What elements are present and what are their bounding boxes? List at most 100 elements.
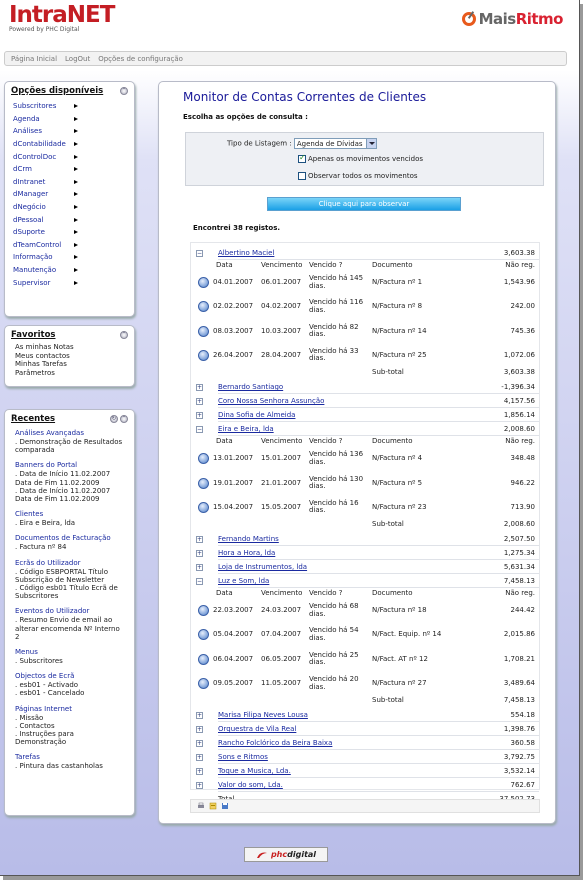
client-name[interactable]: Marisa Filipa Neves Lousa (218, 711, 308, 719)
client-name[interactable]: Albertino Maciel (218, 249, 274, 257)
document-detail-icon[interactable] (198, 477, 209, 489)
document-detail-icon[interactable] (198, 605, 209, 617)
recent-item[interactable]: . Contactos (15, 722, 124, 730)
client-name[interactable]: Sons e Ritmos (218, 753, 268, 761)
recent-group-title[interactable]: Tarefas (15, 753, 124, 762)
document-detail-icon[interactable] (198, 678, 209, 689)
client-name[interactable]: Valor do som, Lda. (218, 781, 283, 789)
recent-group-title[interactable]: Análises Avançadas (15, 429, 124, 438)
recent-item[interactable]: . Data de Início 11.02.2007 Data de Fim … (15, 487, 124, 503)
recent-item[interactable]: . Factura nº 84 (15, 543, 124, 551)
menu-home-link[interactable]: Página Inicial (11, 55, 57, 63)
sidebar-item[interactable]: Análises (13, 125, 78, 138)
overdue-only-checkbox[interactable] (298, 153, 306, 163)
document-detail-icon[interactable] (198, 653, 209, 665)
expand-icon[interactable]: + (196, 782, 203, 790)
document-detail-icon[interactable] (198, 349, 209, 361)
favorite-item[interactable]: Parâmetros (15, 369, 124, 378)
client-name[interactable]: Fernando Martins (218, 535, 279, 543)
maisritmo-logo[interactable]: MaisRitmo (461, 10, 564, 28)
sidebar-item[interactable]: Supervisor (13, 276, 78, 289)
recent-group-title[interactable]: Banners do Portal (15, 461, 124, 470)
expand-icon[interactable]: + (196, 412, 203, 420)
sidebar-item[interactable]: dNegócio (13, 201, 78, 214)
recent-item[interactable]: . Data de Início 11.02.2007 Data de Fim … (15, 470, 124, 486)
client-name[interactable]: Toque a Musica, Lda. (218, 767, 291, 775)
client-name[interactable]: Coro Nossa Senhora Assunção (218, 397, 324, 405)
refresh-icon[interactable]: ↻ (110, 415, 118, 423)
save-icon[interactable] (221, 802, 229, 810)
sidebar-item[interactable]: Agenda (13, 113, 78, 126)
sidebar-item[interactable]: Subscritores (13, 100, 78, 113)
favorite-item[interactable]: Minhas Tarefas (15, 360, 124, 369)
recent-item[interactable]: . Eira e Beira, lda (15, 519, 124, 527)
intranet-logo[interactable]: IntraNET Powered by PHC Digital (9, 4, 115, 34)
recent-group-title[interactable]: Menus (15, 648, 124, 657)
client-name[interactable]: Dina Sofia de Almeida (218, 411, 295, 419)
listing-type-select[interactable]: Agenda de Dívidas (293, 138, 377, 149)
recent-item[interactable]: . Subscritores (15, 657, 124, 665)
recent-item[interactable]: . Resumo Envio de email ao alterar encom… (15, 616, 124, 641)
recent-item[interactable]: . Demonstração de Resultados comparada (15, 438, 124, 454)
sidebar-item[interactable]: dManager (13, 188, 78, 201)
sidebar-item[interactable]: dPessoal (13, 213, 78, 226)
sidebar-item[interactable]: dContabilidade (13, 138, 78, 151)
menu-logout-link[interactable]: LogOut (65, 55, 90, 63)
recent-item[interactable]: . esb01 - Cancelado (15, 689, 124, 697)
sidebar-item[interactable]: dIntranet (13, 176, 78, 189)
expand-icon[interactable]: + (196, 398, 203, 406)
recent-item[interactable]: . Pintura das castanholas (15, 762, 124, 770)
collapse-icon[interactable]: − (196, 578, 203, 586)
document-detail-icon[interactable] (198, 301, 209, 313)
menu-config-link[interactable]: Opções de configuração (98, 55, 183, 63)
favorite-item[interactable]: As minhas Notas (15, 343, 124, 352)
expand-icon[interactable]: + (196, 740, 203, 748)
recent-group-title[interactable]: Clientes (15, 510, 124, 519)
collapse-icon[interactable]: ˄ (120, 331, 128, 339)
expand-icon[interactable]: + (196, 768, 203, 776)
document-detail-icon[interactable] (198, 629, 209, 641)
export-icon[interactable] (209, 802, 217, 810)
client-name[interactable]: Hora a Hora, lda (218, 549, 275, 557)
expand-icon[interactable]: + (196, 536, 203, 544)
sidebar-item[interactable]: dControlDoc (13, 150, 78, 163)
recent-group-title[interactable]: Ecrãs do Utilizador (15, 559, 124, 568)
collapse-icon[interactable]: − (196, 426, 203, 434)
expand-icon[interactable]: + (196, 384, 203, 392)
sidebar-item[interactable]: dCrm (13, 163, 78, 176)
recent-group-title[interactable]: Eventos do Utilizador (15, 607, 124, 616)
observe-button[interactable]: Clique aqui para observar (267, 197, 461, 211)
client-name[interactable]: Rancho Folclórico da Beira Baixa (218, 739, 332, 747)
client-name[interactable]: Eira e Beira, lda (218, 425, 274, 433)
recent-item[interactable]: . Instruções para Demonstração (15, 730, 124, 746)
recent-item[interactable]: . Código esb01 Título Ecrã de Subscritor… (15, 584, 124, 600)
document-detail-icon[interactable] (198, 501, 209, 513)
document-detail-icon[interactable] (198, 453, 209, 465)
collapse-icon[interactable]: ˄ (120, 87, 128, 95)
expand-icon[interactable]: + (196, 712, 203, 720)
document-detail-icon[interactable] (198, 277, 209, 288)
recent-item[interactable]: . Código ESBPORTAL Título Subscrição de … (15, 568, 124, 584)
expand-icon[interactable]: + (196, 754, 203, 762)
phcdigital-logo[interactable]: phcdigital (244, 847, 328, 862)
document-detail-icon[interactable] (198, 325, 209, 337)
recent-item[interactable]: . esb01 - Activado (15, 681, 124, 689)
sidebar-item[interactable]: Manutenção (13, 264, 78, 277)
sidebar-item[interactable]: Informação (13, 251, 78, 264)
expand-icon[interactable]: + (196, 550, 203, 558)
expand-icon[interactable]: + (196, 564, 203, 572)
sidebar-item[interactable]: dSuporte (13, 226, 78, 239)
expand-icon[interactable]: + (196, 726, 203, 734)
all-movements-checkbox[interactable] (298, 172, 306, 180)
client-name[interactable]: Bernardo Santiago (218, 383, 283, 391)
client-name[interactable]: Luz e Som, lda (218, 577, 269, 585)
recent-group-title[interactable]: Documentos de Facturação (15, 534, 124, 543)
favorite-item[interactable]: Meus contactos (15, 352, 124, 361)
collapse-icon[interactable]: ˄ (120, 415, 128, 423)
client-name[interactable]: Loja de Instrumentos, lda (218, 563, 307, 571)
recent-item[interactable]: . Missão (15, 714, 124, 722)
print-icon[interactable] (197, 802, 205, 810)
recent-group-title[interactable]: Páginas Internet (15, 705, 124, 714)
sidebar-item[interactable]: dTeamControl (13, 239, 78, 252)
recent-group-title[interactable]: Objectos de Ecrã (15, 672, 124, 681)
